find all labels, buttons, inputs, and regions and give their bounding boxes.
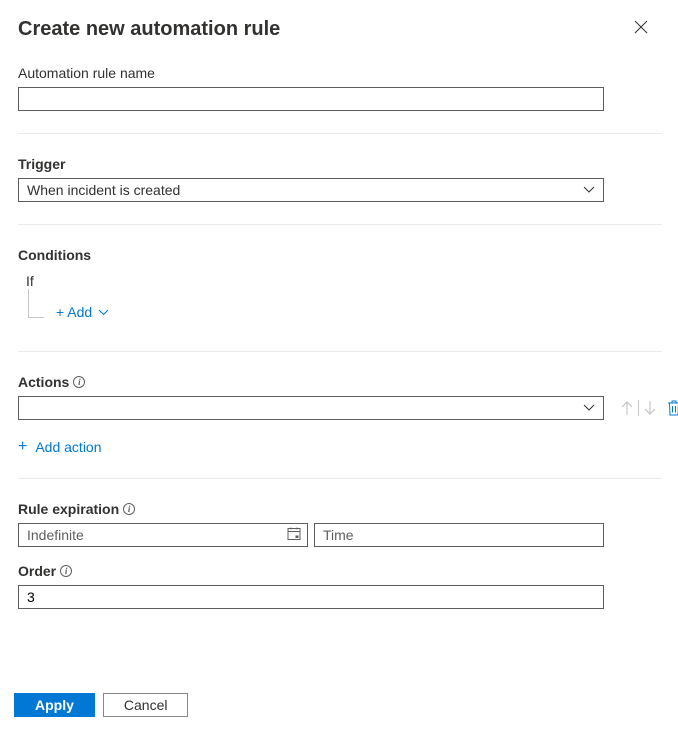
move-down-button	[643, 400, 657, 416]
move-up-button	[620, 400, 634, 416]
close-icon	[634, 20, 648, 34]
divider	[18, 224, 662, 225]
info-icon[interactable]: i	[73, 376, 85, 388]
chevron-down-icon	[583, 404, 595, 412]
apply-button[interactable]: Apply	[14, 693, 95, 717]
expiration-time-placeholder: Time	[323, 527, 354, 543]
trigger-selected-value: When incident is created	[27, 182, 180, 198]
chevron-down-icon	[98, 309, 109, 316]
conditions-label: Conditions	[18, 247, 662, 263]
cancel-button[interactable]: Cancel	[103, 693, 189, 717]
add-action-label: Add action	[35, 439, 101, 455]
divider	[18, 351, 662, 352]
expiration-date-placeholder: Indefinite	[27, 527, 84, 543]
rule-expiration-label: Rule expiration i	[18, 501, 662, 517]
expiration-time-input[interactable]: Time	[314, 523, 604, 547]
expiration-date-input[interactable]: Indefinite	[18, 523, 308, 547]
arrow-up-icon	[620, 400, 634, 416]
divider	[18, 478, 662, 479]
close-button[interactable]	[628, 18, 654, 41]
trigger-label: Trigger	[18, 156, 662, 172]
delete-action-button[interactable]	[667, 400, 678, 416]
divider	[18, 133, 662, 134]
calendar-icon	[287, 527, 301, 544]
conditions-if-label: If	[18, 273, 662, 289]
order-input[interactable]	[18, 585, 604, 609]
icon-divider	[638, 400, 639, 416]
add-action-button[interactable]: + Add action	[18, 438, 662, 456]
rule-name-label: Automation rule name	[18, 65, 662, 81]
plus-icon: +	[18, 438, 27, 456]
action-select[interactable]	[18, 396, 604, 420]
page-title: Create new automation rule	[18, 18, 280, 41]
actions-label: Actions i	[18, 374, 662, 390]
tree-connector	[28, 295, 56, 329]
chevron-down-icon	[583, 186, 595, 194]
order-label: Order i	[18, 563, 662, 579]
add-condition-label: + Add	[56, 304, 92, 320]
trigger-select[interactable]: When incident is created	[18, 178, 604, 202]
add-condition-button[interactable]: + Add	[56, 304, 109, 320]
info-icon[interactable]: i	[60, 565, 72, 577]
arrow-down-icon	[643, 400, 657, 416]
rule-name-input[interactable]	[18, 87, 604, 111]
trash-icon	[667, 400, 678, 416]
info-icon[interactable]: i	[123, 503, 135, 515]
